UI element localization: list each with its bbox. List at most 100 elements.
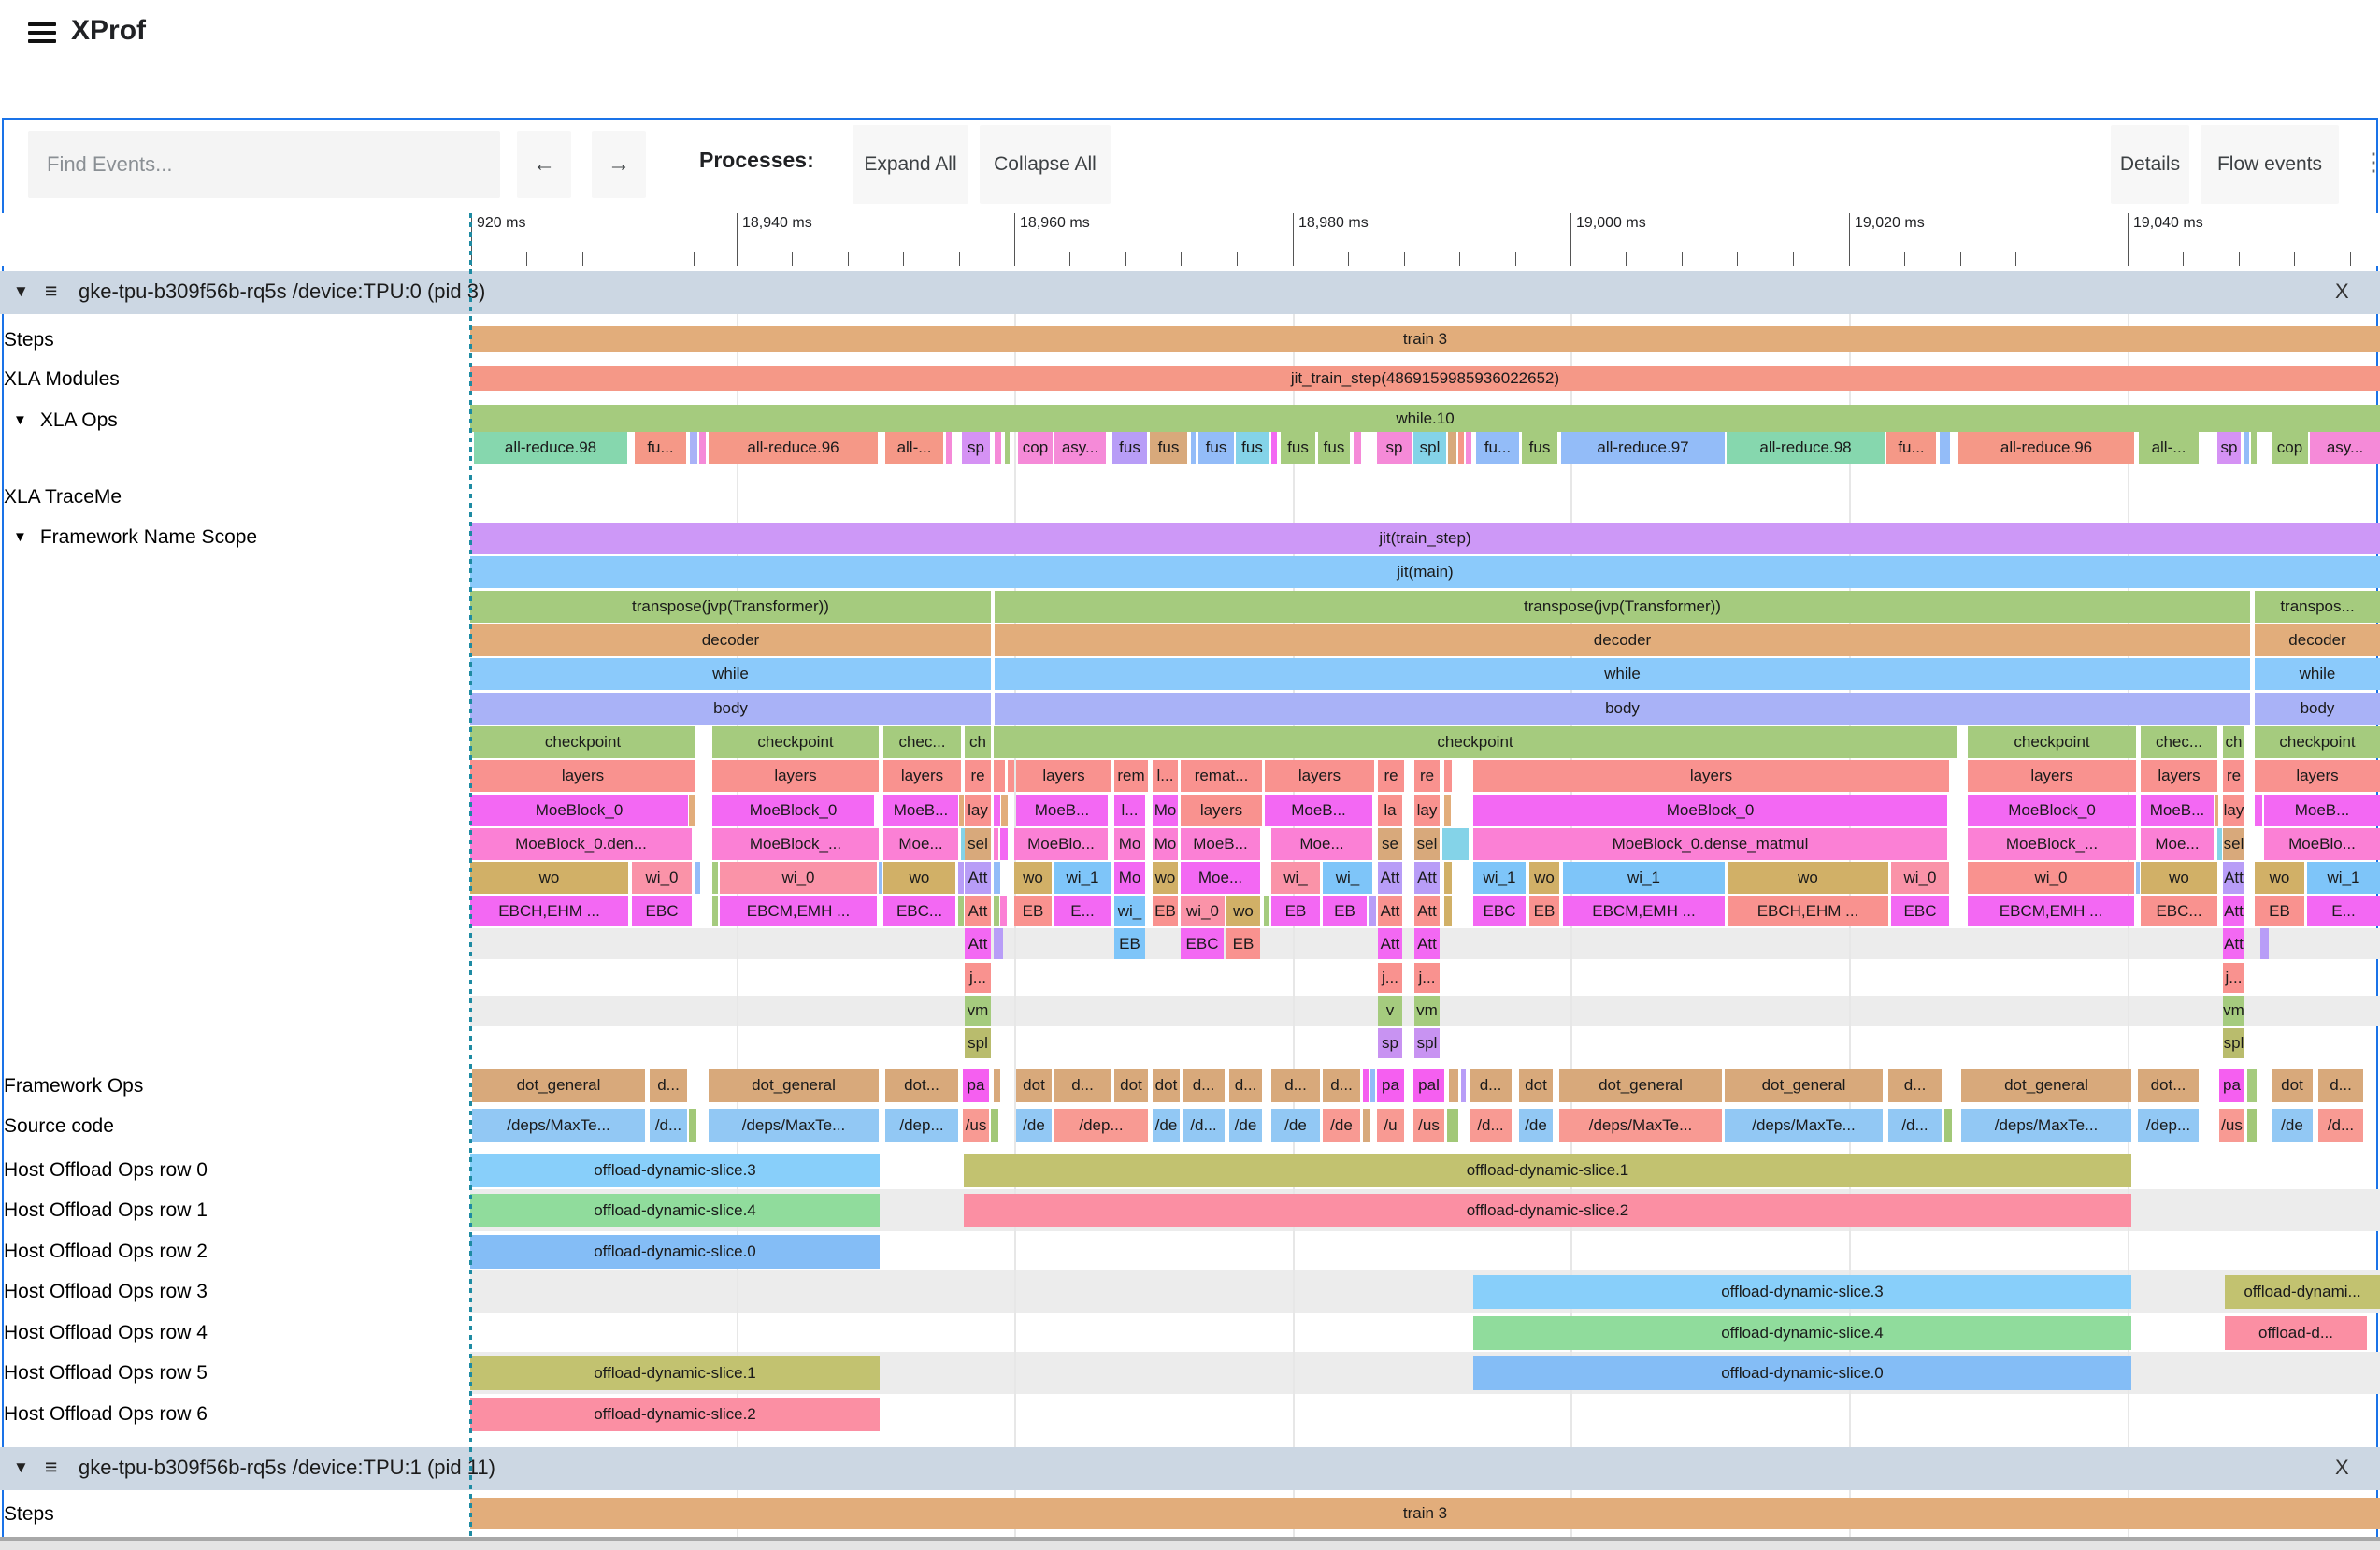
- trace-event[interactable]: lay: [965, 795, 991, 826]
- trace-event[interactable]: /de: [1229, 1109, 1262, 1142]
- trace-event[interactable]: sel: [1414, 828, 1440, 860]
- trace-event[interactable]: fus: [1281, 432, 1315, 464]
- trace-event[interactable]: checkpoint: [470, 726, 695, 758]
- trace-event[interactable]: [2247, 1109, 2257, 1142]
- more-options-icon[interactable]: ⋮: [2361, 148, 2380, 177]
- trace-event[interactable]: MoeBlock_0: [470, 795, 688, 826]
- trace-event[interactable]: /us: [1413, 1109, 1444, 1142]
- trace-event[interactable]: dot: [1016, 1069, 1052, 1102]
- trace-event[interactable]: offload-dynamic-slice.3: [1473, 1275, 2131, 1309]
- trace-event[interactable]: EB: [2255, 896, 2304, 926]
- trace-event[interactable]: all-reduce.96: [1958, 432, 2134, 464]
- trace-event[interactable]: wo: [2255, 862, 2304, 894]
- trace-event[interactable]: [1005, 432, 1010, 464]
- trace-event[interactable]: MoeB...: [1181, 828, 1260, 860]
- trace-event[interactable]: while: [2255, 658, 2380, 690]
- trace-event[interactable]: offload-dynami...: [2225, 1275, 2380, 1309]
- trace-event[interactable]: MoeB...: [1016, 795, 1108, 826]
- trace-event[interactable]: [1271, 432, 1277, 464]
- trace-event[interactable]: all-reduce.98: [474, 432, 627, 464]
- trace-event[interactable]: /de: [1271, 1109, 1320, 1142]
- trace-event[interactable]: cop: [1018, 432, 1053, 464]
- trace-event[interactable]: /deps/MaxTe...: [472, 1109, 645, 1142]
- trace-event[interactable]: [879, 862, 882, 894]
- trace-event[interactable]: [2215, 795, 2218, 826]
- trace-event[interactable]: offload-dynamic-slice.4: [470, 1194, 880, 1227]
- trace-event[interactable]: [1444, 862, 1452, 894]
- trace-event[interactable]: /de: [1323, 1109, 1360, 1142]
- trace-event[interactable]: layers: [883, 760, 961, 792]
- trace-event[interactable]: dot_general: [1559, 1069, 1722, 1102]
- trace-event[interactable]: checkpoint: [2255, 726, 2380, 758]
- trace-event[interactable]: jit_train_step(4869159985936022652): [470, 366, 2380, 391]
- trace-event[interactable]: /d...: [650, 1109, 687, 1142]
- trace-event[interactable]: chec...: [883, 726, 961, 758]
- trace-event[interactable]: layers: [470, 760, 695, 792]
- trace-event[interactable]: wo: [1226, 896, 1260, 926]
- trace-event[interactable]: EBCH,EHM ...: [1728, 896, 1888, 926]
- trace-event[interactable]: [1363, 1069, 1369, 1102]
- trace-event[interactable]: /dep...: [885, 1109, 958, 1142]
- trace-event[interactable]: /de: [2272, 1109, 2313, 1142]
- trace-event[interactable]: dot...: [885, 1069, 958, 1102]
- trace-event[interactable]: while: [470, 658, 991, 690]
- trace-event[interactable]: jit(main): [470, 556, 2380, 588]
- trace-event[interactable]: lay: [1414, 795, 1440, 826]
- trace-event[interactable]: train 3: [470, 1498, 2380, 1529]
- collapse-row-icon[interactable]: ▼: [13, 529, 27, 545]
- trace-event[interactable]: EBCM,EMH ...: [720, 896, 877, 926]
- trace-event[interactable]: EB: [1226, 928, 1260, 959]
- trace-event[interactable]: wo: [1014, 862, 1052, 894]
- trace-event[interactable]: /d...: [1183, 1109, 1225, 1142]
- trace-event[interactable]: wi_0: [1181, 896, 1225, 926]
- trace-event[interactable]: asy...: [2310, 432, 2380, 464]
- trace-event[interactable]: Moe...: [1181, 862, 1260, 894]
- trace-event[interactable]: MoeBlock_0.dense_matmul: [1473, 828, 1947, 860]
- trace-event[interactable]: /de: [1153, 1109, 1180, 1142]
- trace-event[interactable]: MoeB...: [883, 795, 958, 826]
- trace-event[interactable]: d...: [1229, 1069, 1262, 1102]
- trace-event[interactable]: Att: [2223, 862, 2244, 894]
- trace-event[interactable]: vm: [965, 996, 991, 1026]
- trace-event[interactable]: [994, 1069, 1000, 1102]
- trace-event[interactable]: EB: [1153, 896, 1178, 926]
- trace-event[interactable]: d...: [1323, 1069, 1360, 1102]
- expand-all-button[interactable]: Expand All: [853, 125, 968, 204]
- trace-event[interactable]: Att: [1378, 862, 1402, 894]
- trace-event[interactable]: EB: [1529, 896, 1559, 926]
- trace-event[interactable]: layers: [2141, 760, 2217, 792]
- trace-event[interactable]: [1001, 795, 1008, 826]
- trace-event[interactable]: [1370, 1069, 1375, 1102]
- trace-event[interactable]: sel: [2223, 828, 2244, 860]
- flow-events-button[interactable]: Flow events: [2201, 125, 2339, 204]
- trace-event[interactable]: MoeB...: [1265, 795, 1372, 826]
- trace-event[interactable]: dot_general: [1961, 1069, 2131, 1102]
- trace-event[interactable]: wi_0: [720, 862, 877, 894]
- trace-event[interactable]: offload-d...: [2225, 1316, 2367, 1350]
- trace-event[interactable]: spl: [1414, 1028, 1440, 1058]
- trace-event[interactable]: d...: [650, 1069, 687, 1102]
- trace-event[interactable]: [1940, 432, 1950, 464]
- trace-event[interactable]: [1444, 795, 1451, 826]
- trace-event[interactable]: offload-dynamic-slice.3: [470, 1154, 880, 1187]
- trace-event[interactable]: [1449, 1069, 1458, 1102]
- trace-event[interactable]: asy...: [1054, 432, 1106, 464]
- trace-event[interactable]: /dep...: [1054, 1109, 1148, 1142]
- trace-event[interactable]: transpose(jvp(Transformer)): [995, 591, 2250, 623]
- trace-event[interactable]: [959, 795, 964, 826]
- collapse-process-icon[interactable]: ▼: [13, 282, 29, 301]
- trace-event[interactable]: [689, 1109, 696, 1142]
- trace-event[interactable]: j...: [2223, 963, 2244, 993]
- trace-event[interactable]: offload-dynamic-slice.2: [964, 1194, 2131, 1227]
- trace-event[interactable]: wo: [2141, 862, 2217, 894]
- trace-event[interactable]: fus: [1198, 432, 1234, 464]
- trace-event[interactable]: all-reduce.98: [1727, 432, 1885, 464]
- trace-event[interactable]: vm: [2223, 996, 2244, 1026]
- trace-event[interactable]: Mo: [1153, 795, 1178, 826]
- trace-event[interactable]: d...: [1470, 1069, 1512, 1102]
- trace-event[interactable]: offload-dynamic-slice.4: [1473, 1316, 2131, 1350]
- trace-event[interactable]: [1000, 896, 1007, 926]
- trace-event[interactable]: vm: [1414, 996, 1440, 1026]
- trace-event[interactable]: wi_0: [1968, 862, 2134, 894]
- trace-event[interactable]: layers: [1473, 760, 1949, 792]
